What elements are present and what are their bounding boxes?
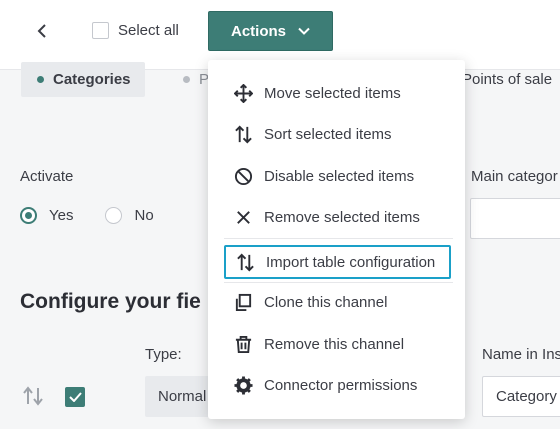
select-all-label: Select all [118, 22, 179, 39]
main-category-input[interactable] [470, 198, 560, 239]
menu-divider [224, 282, 453, 283]
menu-divider [224, 238, 453, 239]
actions-button-label: Actions [230, 22, 286, 40]
radio-yes-label: Yes [49, 207, 74, 224]
menu-item-disable-selected[interactable]: Disable selected items [224, 159, 451, 193]
gear-icon [233, 375, 253, 395]
close-icon [236, 210, 250, 224]
name-label: Name in Ins [482, 346, 560, 363]
sort-icon [234, 125, 252, 143]
menu-item-label: Import table configuration [266, 253, 436, 271]
tab-label: Points of sale [462, 71, 553, 88]
active-dot [37, 76, 44, 83]
menu-item-connector-permissions[interactable]: Connector permissions [224, 368, 451, 402]
menu-item-label: Connector permissions [264, 376, 418, 394]
radio-no-label: No [134, 207, 154, 224]
drag-sort-icon[interactable] [22, 385, 44, 407]
menu-item-clone-channel[interactable]: Clone this channel [224, 285, 451, 319]
menu-item-label: Remove this channel [264, 335, 405, 353]
menu-item-label: Remove selected items [264, 208, 420, 226]
back-button[interactable] [30, 18, 54, 44]
menu-item-remove-channel[interactable]: Remove this channel [224, 327, 451, 361]
radio-yes[interactable] [20, 207, 37, 224]
trash-icon [235, 335, 251, 353]
clone-icon [235, 293, 251, 311]
menu-item-move-selected[interactable]: Move selected items [224, 76, 451, 110]
menu-item-label: Sort selected items [264, 125, 392, 143]
actions-dropdown-menu: Move selected items Sort selected items … [208, 60, 465, 419]
move-icon [233, 83, 253, 103]
type-label: Type: [145, 346, 182, 363]
select-all-checkbox[interactable] [92, 22, 109, 39]
tab-categories[interactable]: Categories [21, 62, 145, 97]
row-checkbox[interactable] [65, 387, 85, 407]
activate-radio-group: Yes No [20, 207, 186, 224]
status-dot [183, 76, 190, 83]
tab-label: Categories [53, 71, 131, 88]
actions-button[interactable]: Actions [208, 11, 333, 51]
tab-partial[interactable]: P [183, 62, 209, 97]
menu-item-label: Disable selected items [264, 167, 415, 185]
section-title: Configure your fie [20, 290, 201, 313]
menu-item-label: Move selected items [264, 84, 401, 102]
type-select-value: Normal [158, 388, 207, 405]
tab-points-of-sale[interactable]: Points of sale [462, 62, 552, 97]
sort-icon [236, 253, 254, 271]
chevron-down-icon [298, 27, 310, 35]
radio-no[interactable] [105, 207, 123, 224]
menu-item-sort-selected[interactable]: Sort selected items [224, 117, 451, 151]
chevron-left-icon [37, 24, 46, 38]
name-input[interactable]: Category l [482, 376, 560, 417]
select-all-control[interactable]: Select all [92, 22, 179, 39]
menu-item-import-table-configuration[interactable]: Import table configuration [224, 245, 451, 279]
main-category-label: Main categor [471, 168, 558, 185]
activate-label: Activate [20, 168, 74, 185]
name-input-value: Category l [496, 388, 560, 405]
menu-item-label: Clone this channel [264, 293, 388, 311]
check-icon [68, 392, 82, 402]
disable-icon [234, 167, 252, 185]
menu-item-remove-selected[interactable]: Remove selected items [224, 200, 451, 234]
